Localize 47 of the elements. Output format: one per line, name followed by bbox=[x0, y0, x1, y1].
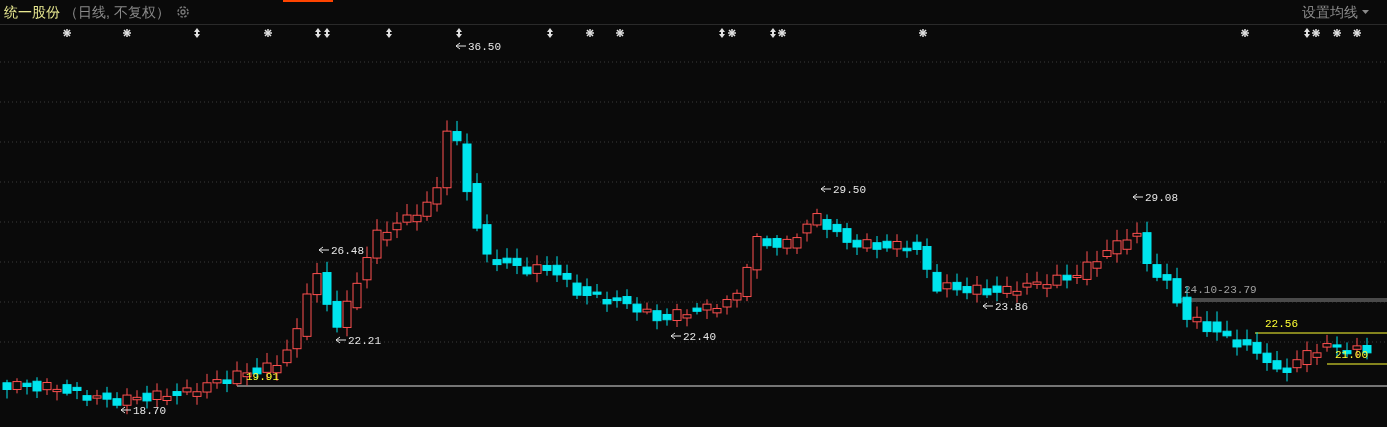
star-icon bbox=[585, 28, 595, 38]
caret-icon bbox=[1362, 10, 1369, 14]
active-tab-indicator bbox=[283, 0, 333, 2]
star-icon bbox=[1240, 28, 1250, 38]
ma-settings-button[interactable]: 设置均线 bbox=[1302, 1, 1369, 23]
price-label: 18.70 bbox=[133, 405, 166, 417]
up-down-arrow-icon bbox=[194, 28, 200, 38]
arrow-icon bbox=[120, 406, 132, 414]
stock-name: 统一股份 bbox=[4, 2, 60, 22]
price-label: 36.50 bbox=[468, 41, 501, 53]
price-label: 22.40 bbox=[683, 331, 716, 343]
period-label: （日线, 不复权） bbox=[64, 2, 170, 22]
price-label: 19.91 bbox=[246, 371, 279, 383]
price-label: 29.08 bbox=[1145, 192, 1178, 204]
price-label: 23.86 bbox=[995, 301, 1028, 313]
price-label: 21.00 bbox=[1335, 349, 1368, 361]
arrow-icon bbox=[1132, 193, 1144, 201]
arrow-icon bbox=[455, 42, 467, 50]
star-icon bbox=[727, 28, 737, 38]
up-down-arrow-icon bbox=[386, 28, 392, 38]
price-label: 22.21 bbox=[348, 335, 381, 347]
star-icon bbox=[1352, 28, 1362, 38]
star-icon bbox=[777, 28, 787, 38]
arrow-icon bbox=[335, 336, 347, 344]
star-icon bbox=[1332, 28, 1342, 38]
up-down-arrow-icon bbox=[324, 28, 330, 38]
up-down-arrow-icon bbox=[770, 28, 776, 38]
star-icon bbox=[615, 28, 625, 38]
price-label: 22.56 bbox=[1265, 318, 1298, 330]
star-icon bbox=[918, 28, 928, 38]
up-down-arrow-icon bbox=[456, 28, 462, 38]
price-label: 26.48 bbox=[331, 245, 364, 257]
arrow-icon bbox=[982, 302, 994, 310]
price-level-line bbox=[1326, 363, 1387, 365]
arrow-icon bbox=[670, 332, 682, 340]
up-down-arrow-icon bbox=[547, 28, 553, 38]
arrow-icon bbox=[318, 246, 330, 254]
up-down-arrow-icon bbox=[1304, 28, 1310, 38]
star-icon bbox=[122, 28, 132, 38]
settings-icon[interactable] bbox=[175, 5, 190, 19]
star-icon bbox=[263, 28, 273, 38]
up-down-arrow-icon bbox=[315, 28, 321, 38]
star-icon bbox=[62, 28, 72, 38]
arrow-icon bbox=[820, 185, 832, 193]
up-down-arrow-icon bbox=[719, 28, 725, 38]
price-label: 29.50 bbox=[833, 184, 866, 196]
star-icon bbox=[1311, 28, 1321, 38]
